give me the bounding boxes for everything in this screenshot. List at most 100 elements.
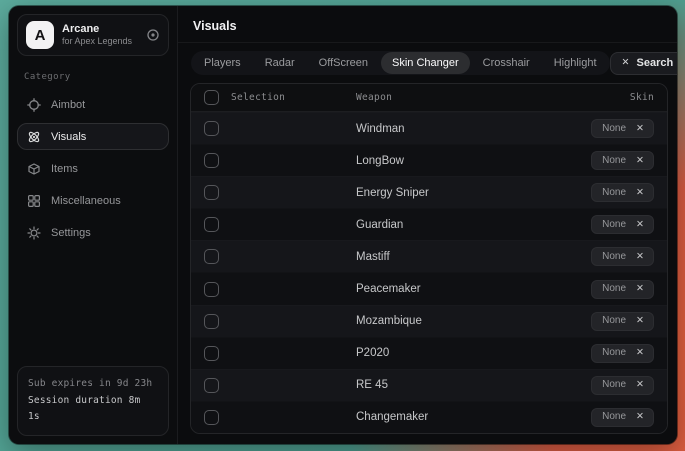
skin-value: None [602,123,626,134]
table-row: Peacemaker None ✕ [191,272,667,304]
main-panel: Visuals Players Radar OffScreen Skin Cha… [178,6,677,444]
row-checkbox[interactable] [204,153,219,168]
grid-icon [27,194,41,208]
clear-skin-icon[interactable]: ✕ [636,219,644,230]
clear-skin-icon[interactable]: ✕ [636,315,644,326]
skin-value: None [602,347,626,358]
clear-skin-icon[interactable]: ✕ [636,251,644,262]
sidebar-item-aimbot[interactable]: Aimbot [17,91,169,118]
row-checkbox[interactable] [204,346,219,361]
weapon-name: RE 45 [356,379,591,391]
skin-select-badge[interactable]: None ✕ [591,408,654,427]
session-duration-text: Session duration 8m 1s [28,393,158,426]
search-button[interactable]: ✕ Search [610,52,677,75]
skin-select-badge[interactable]: None ✕ [591,376,654,395]
skin-value: None [602,155,626,166]
table-row: Mastiff None ✕ [191,240,667,272]
tab-skin-changer[interactable]: Skin Changer [381,52,470,74]
clear-skin-icon[interactable]: ✕ [636,283,644,294]
clear-skin-icon[interactable]: ✕ [636,379,644,390]
clear-skin-icon[interactable]: ✕ [636,187,644,198]
table-row: Changemaker None ✕ [191,401,667,433]
row-checkbox[interactable] [204,282,219,297]
sidebar-item-miscellaneous[interactable]: Miscellaneous [17,187,169,214]
sidebar-item-label: Aimbot [51,99,85,111]
app-subtitle: for Apex Legends [62,36,132,47]
clear-skin-icon[interactable]: ✕ [636,347,644,358]
x-icon: ✕ [622,57,630,68]
sidebar-item-items[interactable]: Items [17,155,169,182]
table-row: LongBow None ✕ [191,144,667,176]
table-header-row: Selection Weapon Skin [191,84,667,112]
table-row: P2020 None ✕ [191,337,667,369]
skin-select-badge[interactable]: None ✕ [591,312,654,331]
column-skin: Skin [630,92,654,103]
sidebar-item-label: Visuals [51,131,86,143]
skin-select-badge[interactable]: None ✕ [591,151,654,170]
sidebar-item-label: Items [51,163,78,175]
sidebar-item-settings[interactable]: Settings [17,219,169,246]
table-row: Windman None ✕ [191,112,667,144]
tab-bar: Players Radar OffScreen Skin Changer Cro… [178,43,677,80]
subscription-info-card: Sub expires in 9d 23h Session duration 8… [17,366,169,436]
atom-eye-icon [27,130,41,144]
row-checkbox[interactable] [204,185,219,200]
skin-value: None [602,251,626,262]
app-header-card: A Arcane for Apex Legends [17,14,169,56]
table-row: Guardian None ✕ [191,208,667,240]
skin-select-badge[interactable]: None ✕ [591,183,654,202]
tab-radar[interactable]: Radar [254,52,306,74]
desktop-background: A Arcane for Apex Legends Category [0,0,685,451]
sidebar-item-visuals[interactable]: Visuals [17,123,169,150]
clear-skin-icon[interactable]: ✕ [636,155,644,166]
skin-value: None [602,187,626,198]
row-checkbox[interactable] [204,217,219,232]
weapon-name: Energy Sniper [356,187,591,199]
row-checkbox[interactable] [204,314,219,329]
page-title: Visuals [178,6,677,43]
skin-select-badge[interactable]: None ✕ [591,280,654,299]
table-body: Windman None ✕ LongBow None ✕ [191,112,667,433]
weapon-name: Mastiff [356,251,591,263]
skin-changer-table: Selection Weapon Skin Windman None ✕ [190,83,668,434]
tab-crosshair[interactable]: Crosshair [472,52,541,74]
gear-icon [27,226,41,240]
crosshair-icon [27,98,41,112]
skin-select-badge[interactable]: None ✕ [591,215,654,234]
table-row: Energy Sniper None ✕ [191,176,667,208]
weapon-name: Guardian [356,219,591,231]
table-row: Mozambique None ✕ [191,305,667,337]
tab-offscreen[interactable]: OffScreen [308,52,379,74]
column-weapon: Weapon [356,92,630,103]
scan-target-icon[interactable] [146,28,160,42]
weapon-name: P2020 [356,347,591,359]
sidebar: A Arcane for Apex Legends Category [9,6,178,444]
app-window: A Arcane for Apex Legends Category [9,6,677,444]
skin-value: None [602,283,626,294]
sidebar-item-label: Settings [51,227,91,239]
row-checkbox[interactable] [204,249,219,264]
column-selection: Selection [231,92,285,103]
clear-skin-icon[interactable]: ✕ [636,411,644,422]
clear-skin-icon[interactable]: ✕ [636,123,644,134]
row-checkbox[interactable] [204,378,219,393]
row-checkbox[interactable] [204,121,219,136]
skin-value: None [602,219,626,230]
tab-players[interactable]: Players [193,52,252,74]
tab-highlight[interactable]: Highlight [543,52,608,74]
skin-select-badge[interactable]: None ✕ [591,344,654,363]
skin-value: None [602,315,626,326]
category-label: Category [24,72,162,82]
sidebar-item-label: Miscellaneous [51,195,121,207]
app-title: Arcane [62,23,132,37]
select-all-checkbox[interactable] [204,90,219,105]
skin-value: None [602,411,626,422]
skin-select-badge[interactable]: None ✕ [591,247,654,266]
skin-value: None [602,379,626,390]
skin-select-badge[interactable]: None ✕ [591,119,654,138]
weapon-name: Mozambique [356,315,591,327]
row-checkbox[interactable] [204,410,219,425]
table-row: RE 45 None ✕ [191,369,667,401]
search-button-label: Search [637,57,674,69]
weapon-name: LongBow [356,155,591,167]
